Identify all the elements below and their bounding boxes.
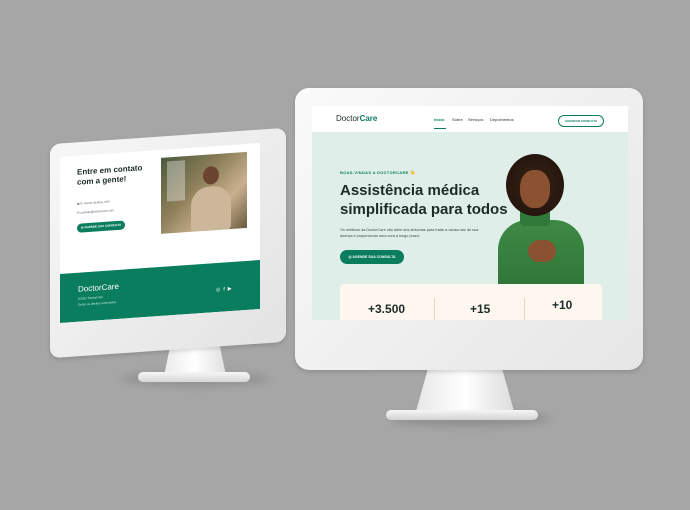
- stat-patients: +3.500: [368, 302, 406, 316]
- stat-specialists: +15: [470, 302, 491, 316]
- nav-item-inicio[interactable]: Início: [434, 117, 444, 122]
- top-navbar: DoctorCare Início Sobre Serviços Depoime…: [312, 106, 628, 132]
- contact-address: ◉ R. Nome da Rua, 000: [77, 199, 110, 206]
- nav-active-underline: [434, 128, 446, 129]
- photo-person-head: [203, 165, 219, 185]
- stat-years: +10: [552, 298, 573, 312]
- left-monitor-screen: Entre em contato com a gente! ◉ R. Nome …: [60, 143, 260, 323]
- footer-rights: Todos os direitos reservados: [78, 300, 117, 307]
- youtube-icon[interactable]: ▶: [228, 286, 235, 292]
- right-monitor-screen: DoctorCare Início Sobre Serviços Depoime…: [312, 106, 628, 320]
- contact-email: ✉ contato@doctorcare.com: [77, 208, 114, 215]
- nav-item-depoimentos[interactable]: Depoimentos: [490, 117, 514, 122]
- nav-item-servicos[interactable]: Serviços: [468, 117, 483, 122]
- right-monitor-stand: [414, 362, 516, 417]
- schedule-button-left[interactable]: ◎ AGENDE SUA CONSULTA: [77, 220, 125, 233]
- stat-divider: [524, 298, 525, 320]
- hero-headline: Assistência médica simplificada para tod…: [340, 182, 508, 218]
- hero-schedule-button[interactable]: ◎ AGENDE SUA CONSULTA: [340, 250, 404, 264]
- doctor-face: [520, 170, 550, 208]
- nav-schedule-button[interactable]: AGENDAR CONSULTA: [558, 115, 604, 127]
- right-monitor-base: [386, 410, 538, 420]
- contact-photo: [161, 151, 247, 234]
- stat-divider: [434, 298, 435, 320]
- contact-title: Entre em contato com a gente!: [77, 163, 143, 187]
- doctor-hands: [528, 240, 556, 262]
- footer-copyright: ©2022 DoctorCare: [78, 294, 104, 301]
- left-monitor-base: [138, 372, 250, 382]
- footer-logo: DoctorCare: [78, 281, 119, 294]
- hero-paragraph: Os médicos da DoctorCare vão além dos si…: [340, 228, 479, 238]
- footer-social-icons: ◎f▶: [216, 286, 235, 293]
- photo-person-torso: [191, 185, 231, 232]
- photo-window: [167, 160, 185, 202]
- stats-card: +3.500 +15 +10: [340, 284, 602, 320]
- site-logo[interactable]: DoctorCare: [336, 114, 377, 123]
- hero-welcome: BOAS-VINDAS A DOCTORCARE 👋: [340, 170, 416, 175]
- nav-item-sobre[interactable]: Sobre: [452, 117, 463, 122]
